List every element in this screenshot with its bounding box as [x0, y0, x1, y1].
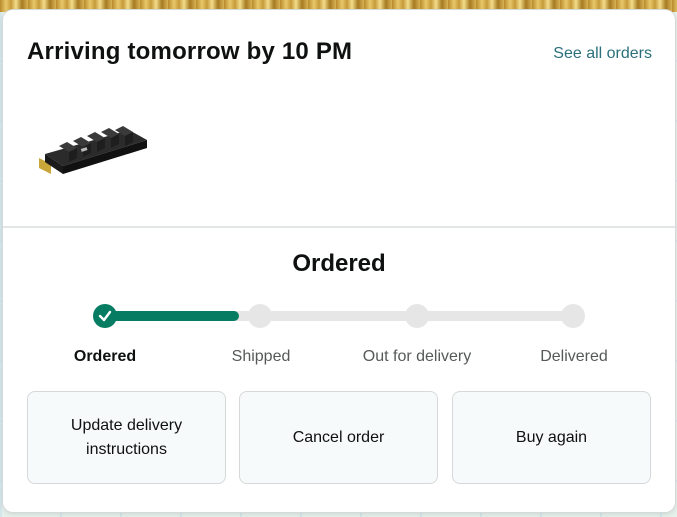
see-all-orders-link[interactable]: See all orders: [553, 45, 652, 63]
step-label-out-for-delivery: Out for delivery: [362, 348, 472, 365]
step-node-shipped: [248, 304, 272, 328]
delivery-summary: Arriving tomorrow by 10 PM See all order…: [3, 10, 675, 228]
update-delivery-instructions-button[interactable]: Update delivery instructions: [27, 391, 226, 484]
step-label-shipped: Shipped: [231, 348, 291, 365]
order-status-heading: Ordered: [292, 250, 386, 277]
step-node-ordered: [93, 304, 117, 328]
ssd-heatsink-icon: [39, 126, 147, 174]
order-status-card: Arriving tomorrow by 10 PM See all order…: [3, 10, 675, 512]
progress-fill: [105, 311, 239, 321]
step-node-out-for-delivery: [405, 304, 429, 328]
step-node-delivered: [561, 304, 585, 328]
step-label-ordered: Ordered: [73, 348, 137, 365]
step-label-delivered: Delivered: [540, 348, 608, 365]
product-image-ssd[interactable]: [37, 124, 149, 184]
cancel-order-button[interactable]: Cancel order: [239, 391, 438, 484]
checkmark-icon: [98, 310, 112, 322]
delivery-title: Arriving tomorrow by 10 PM: [27, 38, 353, 65]
buy-again-button[interactable]: Buy again: [452, 391, 651, 484]
